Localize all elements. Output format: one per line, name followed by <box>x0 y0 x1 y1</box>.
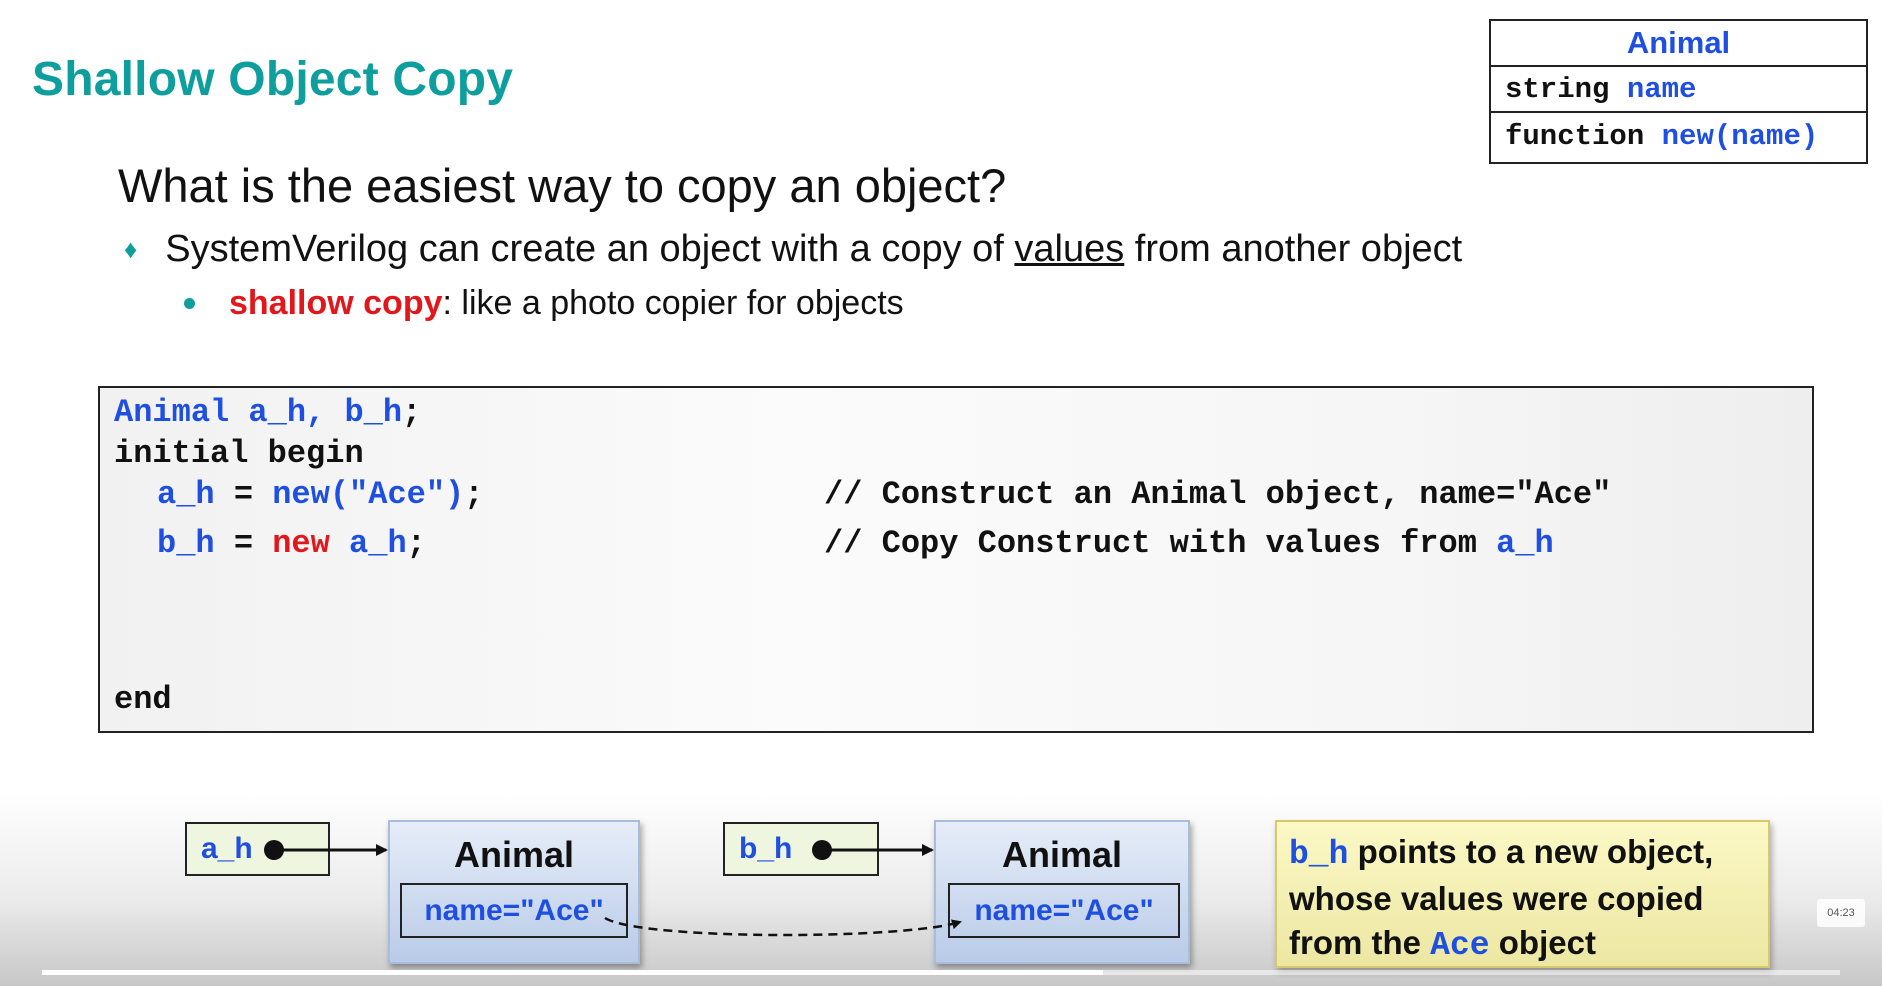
explanation-note: b_h points to a new object, whose values… <box>1275 820 1770 968</box>
note-line1-rest: points to a new object, <box>1348 833 1714 870</box>
video-timestamp: 04:23 <box>1817 899 1865 927</box>
note-line-2: whose values were copied <box>1289 880 1704 917</box>
copy-arrow <box>604 916 962 937</box>
video-progress-fill <box>42 970 1103 975</box>
video-progress-bar[interactable] <box>42 970 1840 975</box>
note-line3-post: object <box>1489 924 1596 961</box>
note-ace: Ace <box>1430 927 1490 964</box>
note-line-1: b_h points to a new object, <box>1289 830 1756 877</box>
note-line-3: from the Ace object <box>1289 921 1756 968</box>
note-line3-pre: from the <box>1289 924 1431 961</box>
note-var: b_h <box>1289 836 1349 873</box>
